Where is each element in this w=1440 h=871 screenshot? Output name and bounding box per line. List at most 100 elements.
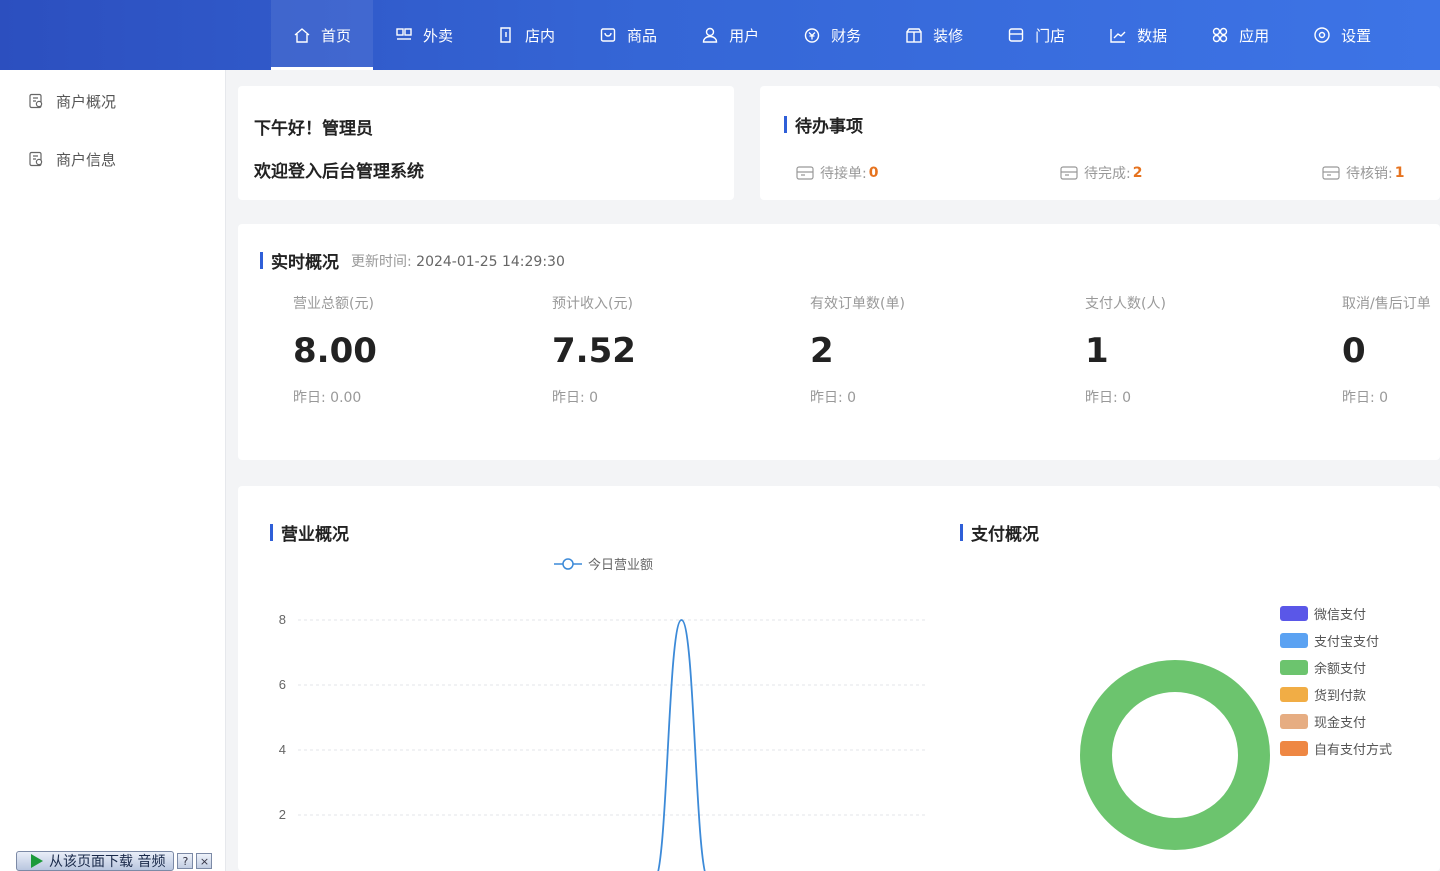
todo-row: 待接单: 0 待完成: 2 待核销: 1 [784, 163, 1416, 183]
nav-item-3[interactable]: 商品 [577, 0, 679, 70]
update-time-value: 2024-01-25 14:29:30 [416, 253, 565, 270]
welcome-message: 欢迎登入后台管理系统 [254, 162, 424, 182]
payment-donut-chart [1080, 660, 1270, 850]
payment-legend-item[interactable]: 余额支付 [1280, 654, 1392, 681]
nav-item-2[interactable]: 店内 [475, 0, 577, 70]
metric-label: 支付人数(人) [1085, 296, 1166, 312]
metrics-row: 营业总额(元) 8.00 昨日: 0.00 预计收入(元) 7.52 昨日: 0… [260, 293, 1431, 463]
y-tick-label: 8 [279, 612, 286, 627]
order-icon [1322, 165, 1340, 181]
update-label: 更新时间: [351, 253, 412, 270]
todo-count: 2 [1132, 165, 1143, 181]
title-accent-bar [260, 252, 263, 269]
nav-item-label: 应用 [1239, 26, 1270, 45]
y-tick-label: 4 [279, 742, 286, 757]
donut-slice[interactable] [1080, 660, 1270, 850]
metric-cancelled-orders: 取消/售后订单 0 昨日: 0 [1342, 293, 1431, 407]
payment-legend-item[interactable]: 微信支付 [1280, 600, 1392, 627]
payment-title-text: 支付概况 [971, 525, 1039, 545]
main-nav: 首页 外卖 店内 商品 用户 财务 装修 门店 数据 应用 设置 [271, 0, 1393, 70]
nav-item-0[interactable]: 首页 [271, 0, 374, 70]
store-icon [1007, 26, 1025, 44]
legend-label: 支付宝支付 [1314, 635, 1380, 650]
nav-item-label: 门店 [1035, 26, 1066, 45]
series-line [657, 619, 706, 871]
todo-pending-verify[interactable]: 待核销: 1 [1322, 163, 1404, 183]
download-label: 从该页面下载 音频 [49, 854, 166, 870]
todo-count: 0 [868, 165, 879, 181]
legend-swatch [1280, 687, 1308, 702]
metric-label: 预计收入(元) [552, 296, 633, 312]
metric-value: 7.52 [552, 331, 636, 371]
y-tick-label: 6 [279, 677, 286, 692]
metric-label: 营业总额(元) [293, 296, 374, 312]
dine-in-icon [497, 26, 515, 44]
nav-item-label: 设置 [1341, 26, 1372, 45]
sidebar: 商户概况 商户信息 [0, 70, 226, 871]
metric-value: 1 [1085, 331, 1109, 371]
nav-item-label: 数据 [1137, 26, 1168, 45]
nav-item-7[interactable]: 门店 [985, 0, 1087, 70]
nav-item-label: 财务 [831, 26, 862, 45]
legend-swatch [1280, 741, 1308, 756]
nav-item-label: 装修 [933, 26, 964, 45]
nav-item-9[interactable]: 应用 [1189, 0, 1291, 70]
todo-pending-accept[interactable]: 待接单: 0 [796, 163, 878, 183]
chart-legend[interactable]: 今日营业额 [554, 554, 653, 573]
apps-icon [1211, 26, 1229, 44]
legend-swatch [1280, 633, 1308, 648]
order-icon [796, 165, 814, 181]
legend-label: 微信支付 [1314, 608, 1367, 623]
store-doc-icon [28, 93, 44, 109]
close-button[interactable]: × [196, 853, 213, 869]
business-title: 营业概况 [270, 520, 349, 545]
realtime-title: 实时概况 更新时间: 2024-01-25 14:29:30 [260, 248, 1418, 273]
nav-item-10[interactable]: 设置 [1291, 0, 1393, 70]
payment-legend-item[interactable]: 支付宝支付 [1280, 627, 1392, 654]
download-audio-bar: 从该页面下载 音频 ? × [16, 851, 213, 871]
play-icon [31, 854, 43, 868]
todo-pending-complete[interactable]: 待完成: 2 [1060, 163, 1142, 183]
metric-value: 8.00 [293, 331, 377, 371]
legend-label: 今日营业额 [588, 558, 654, 573]
sidebar-item-merchant-info[interactable]: 商户信息 [0, 130, 225, 188]
nav-item-label: 外卖 [423, 26, 454, 45]
title-accent-bar [784, 116, 787, 133]
data-icon [1109, 26, 1127, 44]
todo-card: 待办事项 待接单: 0 待完成: 2 待核销: 1 [760, 86, 1440, 200]
todo-title: 待办事项 [784, 112, 1416, 137]
nav-item-label: 商品 [627, 26, 658, 45]
metric-yesterday: 昨日: 0.00 [293, 390, 362, 406]
nav-item-label: 店内 [525, 26, 556, 45]
help-button[interactable]: ? [177, 853, 194, 869]
greeting-text: 下午好！管理员 [254, 119, 373, 139]
nav-item-5[interactable]: 财务 [781, 0, 883, 70]
metric-total-revenue: 营业总额(元) 8.00 昨日: 0.00 [293, 293, 377, 407]
metric-label: 取消/售后订单 [1342, 296, 1431, 312]
download-audio-button[interactable]: 从该页面下载 音频 [16, 851, 175, 871]
order-icon [1060, 165, 1078, 181]
nav-item-6[interactable]: 装修 [883, 0, 985, 70]
legend-line-marker-icon [554, 557, 582, 570]
nav-item-1[interactable]: 外卖 [373, 0, 475, 70]
revenue-line-chart: 2 4 6 8 [279, 612, 928, 871]
legend-swatch [1280, 714, 1308, 729]
payment-legend-item[interactable]: 现金支付 [1280, 708, 1392, 735]
business-title-text: 营业概况 [281, 525, 349, 545]
finance-icon [803, 26, 821, 44]
nav-item-8[interactable]: 数据 [1087, 0, 1189, 70]
todo-count: 1 [1394, 165, 1405, 181]
payment-legend-item[interactable]: 自有支付方式 [1280, 735, 1392, 762]
nav-item-4[interactable]: 用户 [679, 0, 781, 70]
sidebar-item-label: 商户概况 [56, 92, 117, 111]
legend-swatch [1280, 606, 1308, 621]
payment-legend-item[interactable]: 货到付款 [1280, 681, 1392, 708]
legend-label: 现金支付 [1314, 716, 1367, 731]
metric-yesterday: 昨日: 0 [1342, 390, 1389, 406]
metric-expected-income: 预计收入(元) 7.52 昨日: 0 [552, 293, 636, 407]
sidebar-item-merchant-overview[interactable]: 商户概况 [0, 72, 225, 130]
legend-label: 余额支付 [1314, 662, 1367, 677]
user-icon [701, 26, 719, 44]
delivery-icon [395, 26, 413, 44]
nav-item-label: 首页 [321, 26, 352, 45]
